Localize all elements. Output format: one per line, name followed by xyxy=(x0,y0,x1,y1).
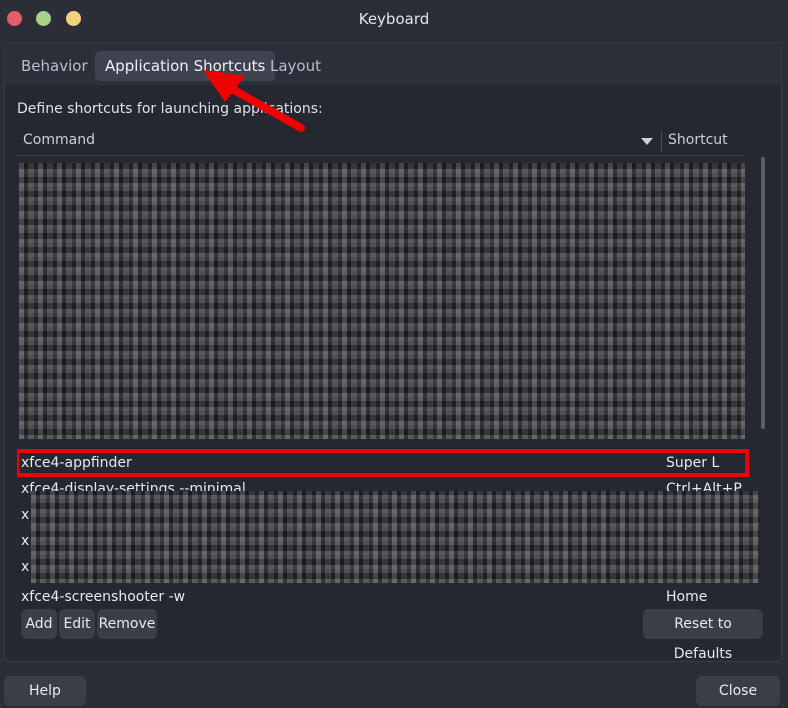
add-button[interactable]: Add xyxy=(21,609,57,639)
list-scrollbar[interactable] xyxy=(761,157,765,429)
reset-to-defaults-button[interactable]: Reset to Defaults xyxy=(643,609,763,662)
tab-bar: Behavior Application Shortcuts Layout xyxy=(5,43,781,85)
obscured-rows-bottom xyxy=(31,491,759,583)
tab-application-shortcuts[interactable]: Application Shortcuts xyxy=(95,51,276,81)
window-title: Keyboard xyxy=(358,10,430,28)
edit-button[interactable]: Edit xyxy=(59,609,95,639)
table-row[interactable] xyxy=(17,423,745,449)
description-label: Define shortcuts for launching applicati… xyxy=(17,101,323,117)
close-button[interactable]: Close xyxy=(696,676,780,706)
tab-layout[interactable]: Layout xyxy=(260,51,331,81)
table-header: Command Shortcut xyxy=(17,127,745,156)
shortcut-cell: Home xyxy=(666,589,708,601)
command-cell: x xyxy=(21,507,30,523)
column-header-shortcut[interactable]: Shortcut xyxy=(668,132,728,148)
title-bar[interactable]: Keyboard xyxy=(0,0,788,38)
column-header-command[interactable]: Command xyxy=(23,132,95,148)
help-button[interactable]: Help xyxy=(4,676,86,706)
highlight-box xyxy=(17,449,749,477)
command-cell: xfce4-screenshooter -w xyxy=(21,589,186,601)
tab-panel: Behavior Application Shortcuts Layout De… xyxy=(4,42,782,662)
column-separator xyxy=(661,131,662,151)
obscured-rows-top xyxy=(19,163,745,439)
table-row[interactable]: xfce4-screenshooter -w Home xyxy=(17,585,745,601)
command-cell: x xyxy=(21,559,30,575)
command-cell: x xyxy=(21,533,30,549)
sort-descending-icon[interactable] xyxy=(641,138,653,145)
remove-button[interactable]: Remove xyxy=(97,609,157,639)
shortcut-list[interactable]: xfce4-appfinder Super L xfce4-display-se… xyxy=(17,157,759,601)
tab-behavior[interactable]: Behavior xyxy=(11,51,98,81)
